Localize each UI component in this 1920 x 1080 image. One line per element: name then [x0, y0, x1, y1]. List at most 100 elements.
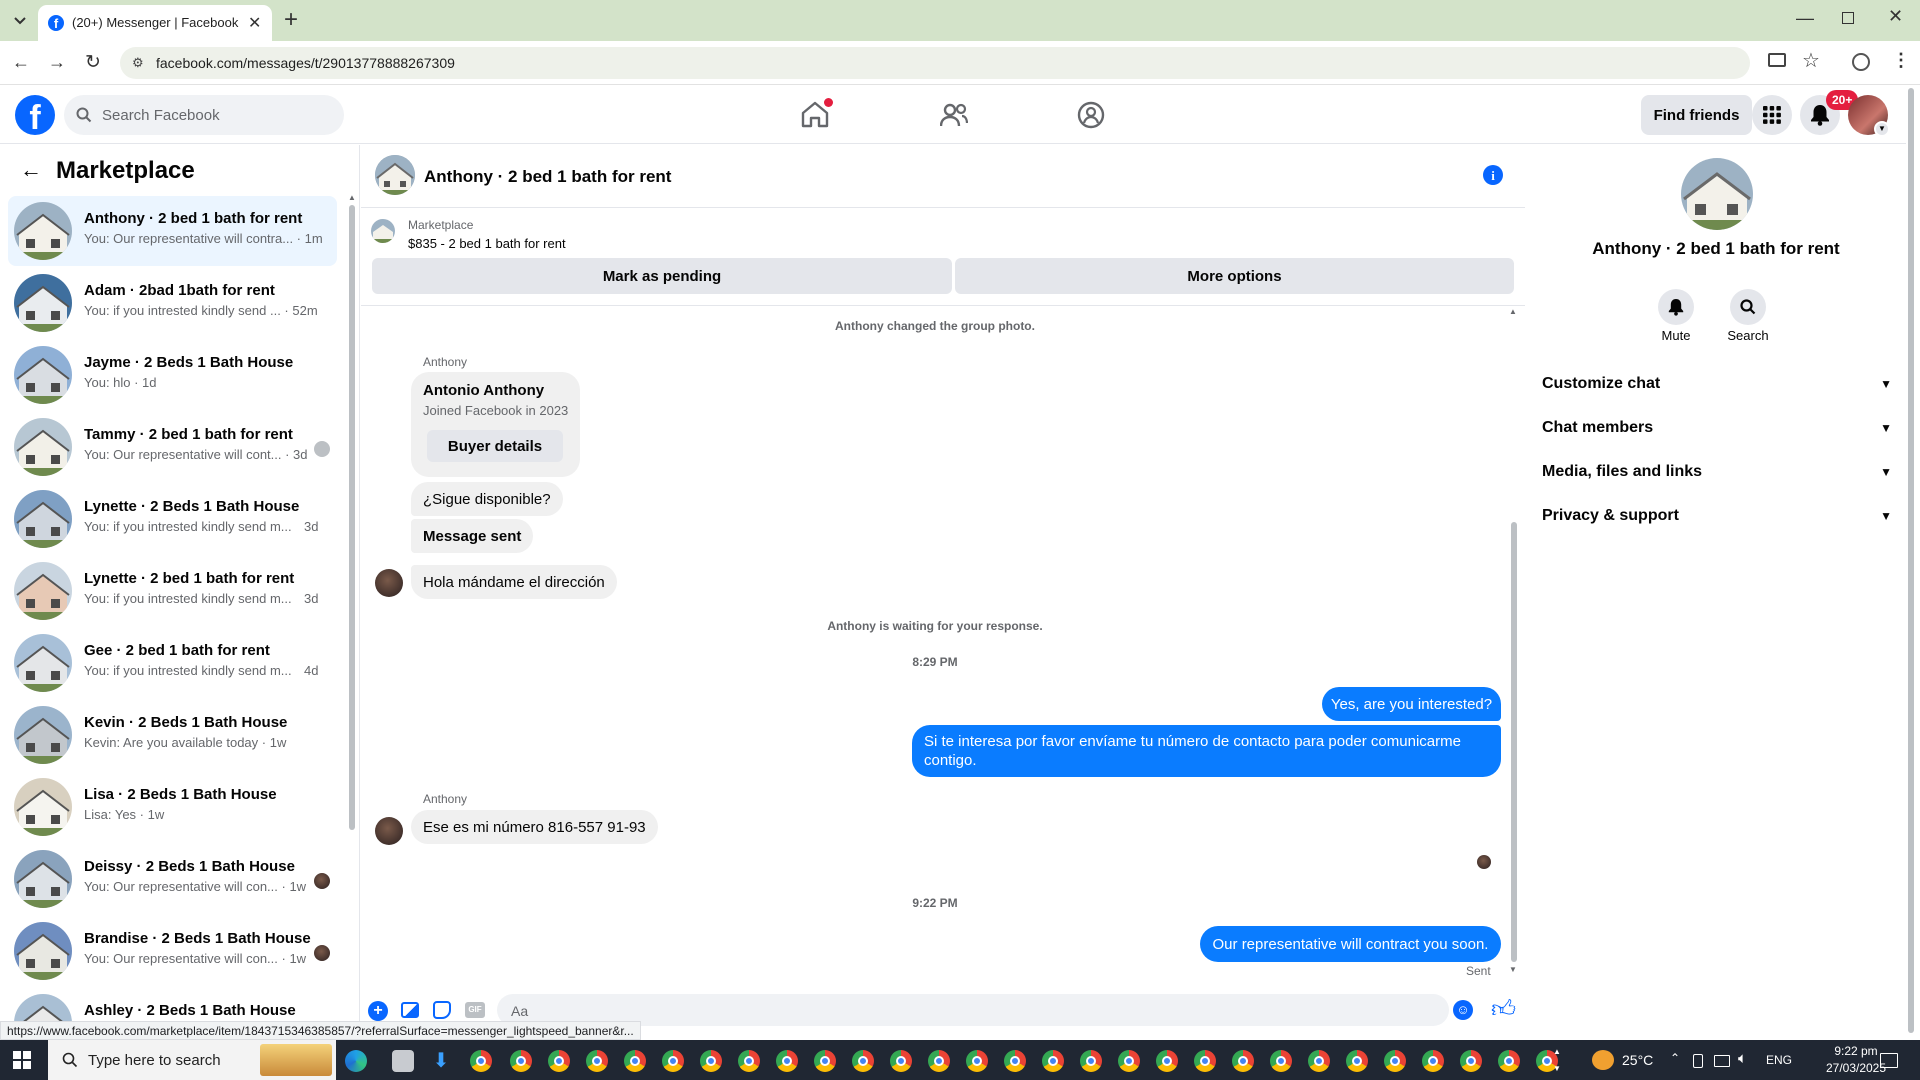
back-arrow-icon[interactable]: ←: [20, 157, 42, 183]
home-nav-button[interactable]: [800, 98, 833, 128]
listing-title[interactable]: $835 - 2 bed 1 bath for rent: [408, 236, 566, 251]
account-chevron-icon[interactable]: ▼: [1874, 121, 1890, 137]
chrome-icon[interactable]: [1460, 1050, 1482, 1072]
browser-tab[interactable]: f (20+) Messenger | Facebook ✕: [38, 5, 272, 41]
chrome-icon[interactable]: [928, 1050, 950, 1072]
profile-avatar-large[interactable]: [1681, 158, 1753, 230]
privacy-support-item[interactable]: Privacy & support ▼: [1542, 507, 1892, 525]
menu-button[interactable]: [1752, 95, 1792, 135]
listing-thumbnail[interactable]: [371, 219, 395, 243]
chrome-icon[interactable]: [1042, 1050, 1064, 1072]
find-friends-button[interactable]: Find friends: [1641, 95, 1752, 135]
conversation-info-icon[interactable]: i: [1483, 165, 1503, 185]
chat-title[interactable]: Anthony · 2 bed 1 bath for rent: [424, 167, 671, 187]
emoji-icon[interactable]: ☺: [1453, 1000, 1473, 1020]
incoming-message[interactable]: Hola mándame el dirección: [411, 565, 617, 599]
sender-avatar[interactable]: [375, 569, 403, 597]
customize-chat-item[interactable]: Customize chat ▼: [1542, 375, 1892, 393]
chrome-icon[interactable]: [586, 1050, 608, 1072]
chrome-icon[interactable]: [1194, 1050, 1216, 1072]
taskbar-search[interactable]: Type here to search: [48, 1040, 336, 1080]
browser-menu-icon[interactable]: ⋮: [1892, 50, 1910, 71]
maximize-button[interactable]: [1842, 12, 1854, 24]
chrome-icon[interactable]: [1080, 1050, 1102, 1072]
buyer-details-button[interactable]: Buyer details: [427, 430, 563, 462]
profile-icon[interactable]: [1852, 53, 1870, 71]
forward-button[interactable]: →: [48, 52, 66, 73]
chrome-icon[interactable]: [1118, 1050, 1140, 1072]
conversation-item[interactable]: Brandise · 2 Beds 1 Bath House You: Our r…: [8, 916, 337, 986]
conversation-item[interactable]: Lisa · 2 Beds 1 Bath House Lisa: Yes · 1w: [8, 772, 337, 842]
groups-nav-button[interactable]: [1077, 101, 1105, 129]
outgoing-message[interactable]: Our representative will contract you soo…: [1200, 926, 1501, 962]
incoming-message[interactable]: Message sent: [411, 519, 534, 553]
more-actions-icon[interactable]: +: [368, 1001, 388, 1021]
install-app-icon[interactable]: [1768, 53, 1786, 67]
facebook-logo-icon[interactable]: f: [15, 95, 55, 135]
tray-chevron-icon[interactable]: ⌃: [1670, 1051, 1680, 1065]
new-tab-button[interactable]: +: [284, 6, 298, 34]
edge-browser-icon[interactable]: [345, 1050, 367, 1072]
like-thumb-icon[interactable]: 👍︎: [1491, 996, 1516, 1024]
more-options-button[interactable]: More options: [955, 258, 1514, 294]
scroll-down-arrow[interactable]: ▼: [1509, 965, 1517, 974]
chrome-icon[interactable]: [776, 1050, 798, 1072]
gif-icon[interactable]: GIF: [465, 1002, 485, 1018]
tab-list-button[interactable]: [8, 10, 32, 32]
outgoing-message[interactable]: Yes, are you interested?: [1322, 687, 1501, 721]
friends-nav-button[interactable]: [940, 102, 968, 128]
notification-center-icon[interactable]: [1880, 1053, 1898, 1068]
sticker-icon[interactable]: [433, 1001, 451, 1019]
facebook-search-input[interactable]: Search Facebook: [64, 95, 344, 135]
conversation-item[interactable]: Kevin · 2 Beds 1 Bath House Kevin: Are yo…: [8, 700, 337, 770]
chrome-icon[interactable]: [510, 1050, 532, 1072]
conversation-item[interactable]: Lynette · 2 bed 1 bath for rent You: if y…: [8, 556, 337, 626]
search-in-conversation-button[interactable]: [1730, 289, 1766, 325]
network-icon[interactable]: [1714, 1055, 1730, 1067]
page-scrollbar[interactable]: [1908, 88, 1914, 1033]
minimize-button[interactable]: —: [1796, 8, 1814, 29]
chrome-icon[interactable]: [1004, 1050, 1026, 1072]
chrome-icon[interactable]: [852, 1050, 874, 1072]
chrome-icon[interactable]: [738, 1050, 760, 1072]
chat-members-item[interactable]: Chat members ▼: [1542, 419, 1892, 437]
close-window-button[interactable]: ✕: [1888, 6, 1903, 27]
chat-avatar[interactable]: [375, 155, 415, 195]
chrome-icon[interactable]: [890, 1050, 912, 1072]
scroll-up-arrow[interactable]: ▲: [348, 193, 356, 202]
battery-icon[interactable]: [1693, 1054, 1703, 1068]
chrome-icon[interactable]: [624, 1050, 646, 1072]
conversation-item[interactable]: Gee · 2 bed 1 bath for rent You: if you i…: [8, 628, 337, 698]
mute-button[interactable]: [1658, 289, 1694, 325]
conversation-item[interactable]: Anthony · 2 bed 1 bath for rent You: Our …: [8, 196, 337, 266]
site-info-icon[interactable]: ⚙: [132, 55, 144, 71]
thread-scrollbar[interactable]: [1511, 522, 1517, 962]
sender-avatar[interactable]: [375, 817, 403, 845]
incoming-message[interactable]: ¿Sigue disponible?: [411, 482, 563, 516]
left-scrollbar[interactable]: [349, 205, 355, 830]
url-field[interactable]: ⚙ facebook.com/messages/t/29013778888267…: [120, 47, 1750, 79]
tab-close-icon[interactable]: ✕: [248, 13, 261, 33]
back-button[interactable]: ←: [12, 52, 30, 73]
photo-attach-icon[interactable]: [401, 1002, 419, 1018]
chrome-icon[interactable]: [1156, 1050, 1178, 1072]
chrome-icon[interactable]: [1308, 1050, 1330, 1072]
outgoing-message[interactable]: Si te interesa por favor envíame tu núme…: [912, 725, 1501, 777]
chrome-icon[interactable]: [1270, 1050, 1292, 1072]
conversation-item[interactable]: Adam · 2bad 1bath for rent You: if you in…: [8, 268, 337, 338]
chrome-icon[interactable]: [1384, 1050, 1406, 1072]
media-files-links-item[interactable]: Media, files and links ▼: [1542, 463, 1892, 481]
chrome-icon[interactable]: [662, 1050, 684, 1072]
taskbar-scroll-arrows[interactable]: ▲ ▼: [1553, 1043, 1561, 1077]
weather-icon[interactable]: [1592, 1050, 1614, 1070]
chrome-icon[interactable]: [1346, 1050, 1368, 1072]
chrome-icon[interactable]: [700, 1050, 722, 1072]
bookmark-star-icon[interactable]: ☆: [1802, 48, 1820, 73]
download-icon[interactable]: ⬇: [430, 1050, 452, 1072]
mark-as-pending-button[interactable]: Mark as pending: [372, 258, 952, 294]
chrome-icon[interactable]: [470, 1050, 492, 1072]
chrome-icon[interactable]: [1232, 1050, 1254, 1072]
weather-temp[interactable]: 25°C: [1622, 1052, 1653, 1068]
app-icon[interactable]: [392, 1050, 414, 1072]
chrome-icon[interactable]: [1422, 1050, 1444, 1072]
